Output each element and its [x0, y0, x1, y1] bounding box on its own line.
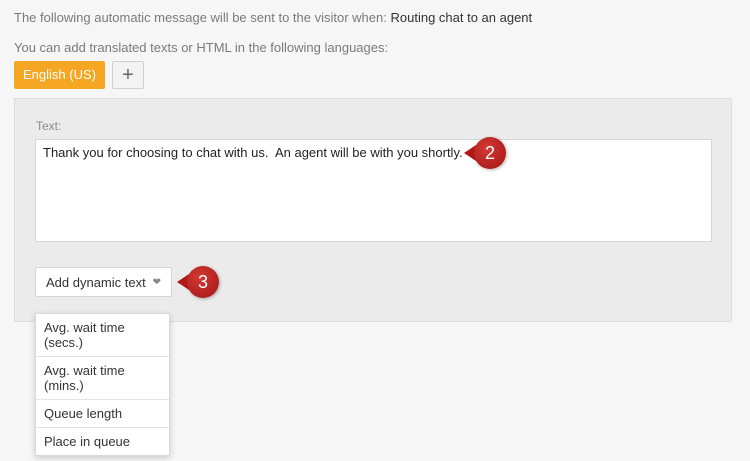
message-panel: Text: Thank you for choosing to chat wit…	[14, 98, 732, 322]
option-avg-wait-secs[interactable]: Avg. wait time (secs.)	[36, 314, 169, 357]
languages-hint: You can add translated texts or HTML in …	[14, 40, 389, 55]
message-textarea[interactable]: Thank you for choosing to chat with us. …	[35, 139, 712, 242]
trigger-name: Routing chat to an agent	[390, 10, 533, 25]
option-queue-length[interactable]: Queue length	[36, 400, 169, 428]
option-avg-wait-mins[interactable]: Avg. wait time (mins.)	[36, 357, 169, 400]
step-2-marker: 2	[464, 137, 506, 169]
intro-text: The following automatic message will be …	[14, 10, 532, 25]
option-place-in-queue[interactable]: Place in queue	[36, 428, 169, 455]
tab-english-us[interactable]: English (US)	[14, 61, 105, 89]
intro-prefix: The following automatic message will be …	[14, 10, 387, 25]
language-tabs: English (US) +	[14, 61, 144, 89]
chevron-down-icon: ❤	[152, 276, 161, 288]
add-language-button[interactable]: +	[111, 61, 144, 89]
step-3-badge: 3	[187, 266, 219, 298]
text-label: Text:	[36, 119, 62, 133]
step-2-badge: 2	[474, 137, 506, 169]
step-3-marker: 3	[177, 266, 219, 298]
add-dynamic-text-label: Add dynamic text	[46, 274, 146, 290]
plus-icon: +	[122, 64, 134, 86]
dynamic-text-dropdown: Avg. wait time (secs.) Avg. wait time (m…	[35, 313, 170, 456]
add-dynamic-text-button[interactable]: Add dynamic text ❤	[35, 267, 172, 297]
